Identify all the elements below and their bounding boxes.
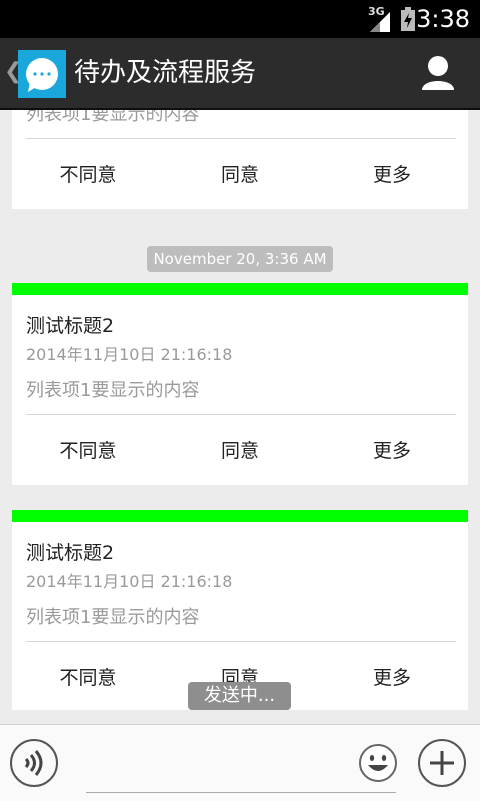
disagree-button[interactable]: 不同意 — [12, 160, 164, 187]
card-title: 测试标题2 — [26, 542, 115, 564]
card-divider — [26, 641, 456, 642]
battery-charging-icon — [401, 7, 415, 31]
card-divider — [26, 414, 456, 415]
status-time: 3:38 — [416, 5, 470, 33]
emoji-icon[interactable] — [358, 743, 398, 783]
card-date: 2014年11月10日 21:16:18 — [26, 572, 233, 591]
list-card: 列表项1要显示的内容 不同意 同意 更多 — [12, 110, 468, 209]
card-divider — [26, 138, 456, 139]
card-date: 2014年11月10日 21:16:18 — [26, 345, 233, 364]
card-accent-bar — [12, 283, 468, 295]
card-body: 列表项1要显示的内容 — [26, 380, 200, 401]
message-list[interactable]: 列表项1要显示的内容 不同意 同意 更多 November 20, 3:36 A… — [0, 110, 480, 724]
more-button[interactable]: 更多 — [316, 160, 468, 187]
list-card: 测试标题2 2014年11月10日 21:16:18 列表项1要显示的内容 不同… — [12, 510, 468, 710]
voice-icon[interactable] — [10, 739, 58, 787]
status-bar: 3G 3:38 — [0, 0, 480, 38]
disagree-button[interactable]: 不同意 — [12, 663, 164, 690]
card-body: 列表项1要显示的内容 — [26, 110, 200, 125]
disagree-button[interactable]: 不同意 — [12, 436, 164, 463]
app-chat-icon[interactable] — [18, 50, 66, 98]
user-icon[interactable] — [412, 50, 464, 96]
card-accent-bar — [12, 510, 468, 522]
page-title: 待办及流程服务 — [74, 58, 257, 88]
card-title: 测试标题2 — [26, 315, 115, 337]
agree-button[interactable]: 同意 — [164, 436, 316, 463]
action-bar: ❮ 待办及流程服务 — [0, 38, 480, 110]
input-bar — [0, 724, 480, 801]
signal-icon — [370, 12, 390, 32]
timestamp-badge: November 20, 3:36 AM — [147, 246, 333, 272]
more-button[interactable]: 更多 — [316, 436, 468, 463]
sending-toast: 发送中... — [188, 682, 291, 710]
card-body: 列表项1要显示的内容 — [26, 607, 200, 628]
agree-button[interactable]: 同意 — [164, 160, 316, 187]
list-card: 测试标题2 2014年11月10日 21:16:18 列表项1要显示的内容 不同… — [12, 283, 468, 485]
plus-icon[interactable] — [418, 739, 466, 787]
more-button[interactable]: 更多 — [316, 663, 468, 690]
message-input-underline[interactable] — [86, 792, 396, 793]
